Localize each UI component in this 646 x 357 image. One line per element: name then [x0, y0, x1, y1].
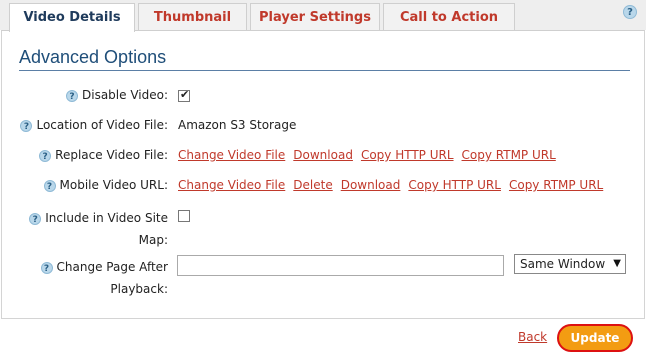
delete-link[interactable]: Delete	[293, 178, 332, 192]
disable-video-label: ? Disable Video:	[66, 88, 168, 102]
tab-bar: Video Details Thumbnail Player Settings …	[0, 0, 646, 32]
replace-video-label: ? Replace Video File:	[39, 148, 168, 162]
download-link[interactable]: Download	[341, 178, 401, 192]
help-icon[interactable]: ?	[66, 89, 78, 102]
window-target-select[interactable]: Same Window ▼	[514, 254, 626, 274]
copy-http-url-link[interactable]: Copy HTTP URL	[408, 178, 501, 192]
help-icon[interactable]: ?	[43, 179, 56, 192]
section-divider	[19, 70, 630, 71]
update-button[interactable]: Update	[557, 324, 633, 352]
mobile-video-links: Change Video File Delete Download Copy HTTP…	[178, 178, 611, 192]
help-icon[interactable]: ?	[39, 149, 52, 162]
section-title: Advanced Options	[19, 47, 167, 67]
dropdown-caret-icon: ▼	[613, 258, 621, 269]
copy-rtmp-url-link[interactable]: Copy RTMP URL	[509, 178, 603, 192]
disable-video-checkbox-wrap	[178, 88, 190, 102]
change-page-url-input[interactable]	[177, 255, 504, 276]
change-video-file-link[interactable]: Change Video File	[178, 148, 285, 162]
sitemap-checkbox-wrap	[178, 208, 190, 222]
tab-video-details[interactable]: Video Details	[9, 3, 135, 32]
copy-http-url-link[interactable]: Copy HTTP URL	[361, 148, 454, 162]
change-page-label: ? Change Page After Playback:	[40, 256, 168, 300]
sitemap-checkbox[interactable]	[178, 209, 190, 222]
help-icon[interactable]: ?	[20, 119, 33, 132]
replace-video-links: Change Video File Download Copy HTTP URL Co…	[178, 148, 564, 162]
help-icon[interactable]: ?	[623, 5, 637, 19]
tab-player-settings[interactable]: Player Settings	[250, 3, 380, 31]
mobile-video-label: ? Mobile Video URL:	[43, 178, 168, 192]
change-video-file-link[interactable]: Change Video File	[178, 178, 285, 192]
download-link[interactable]: Download	[293, 148, 353, 162]
back-link[interactable]: Back	[518, 330, 547, 344]
location-value: Amazon S3 Storage	[178, 118, 297, 132]
location-label: ? Location of Video File:	[20, 118, 168, 132]
help-icon[interactable]: ?	[29, 212, 42, 225]
disable-video-checkbox[interactable]	[178, 88, 190, 102]
help-icon[interactable]: ?	[40, 261, 53, 274]
copy-rtmp-url-link[interactable]: Copy RTMP URL	[462, 148, 556, 162]
tab-call-to-action[interactable]: Call to Action	[383, 3, 515, 31]
tab-thumbnail[interactable]: Thumbnail	[138, 3, 247, 31]
sitemap-label: ? Include in Video Site Map:	[29, 207, 168, 251]
